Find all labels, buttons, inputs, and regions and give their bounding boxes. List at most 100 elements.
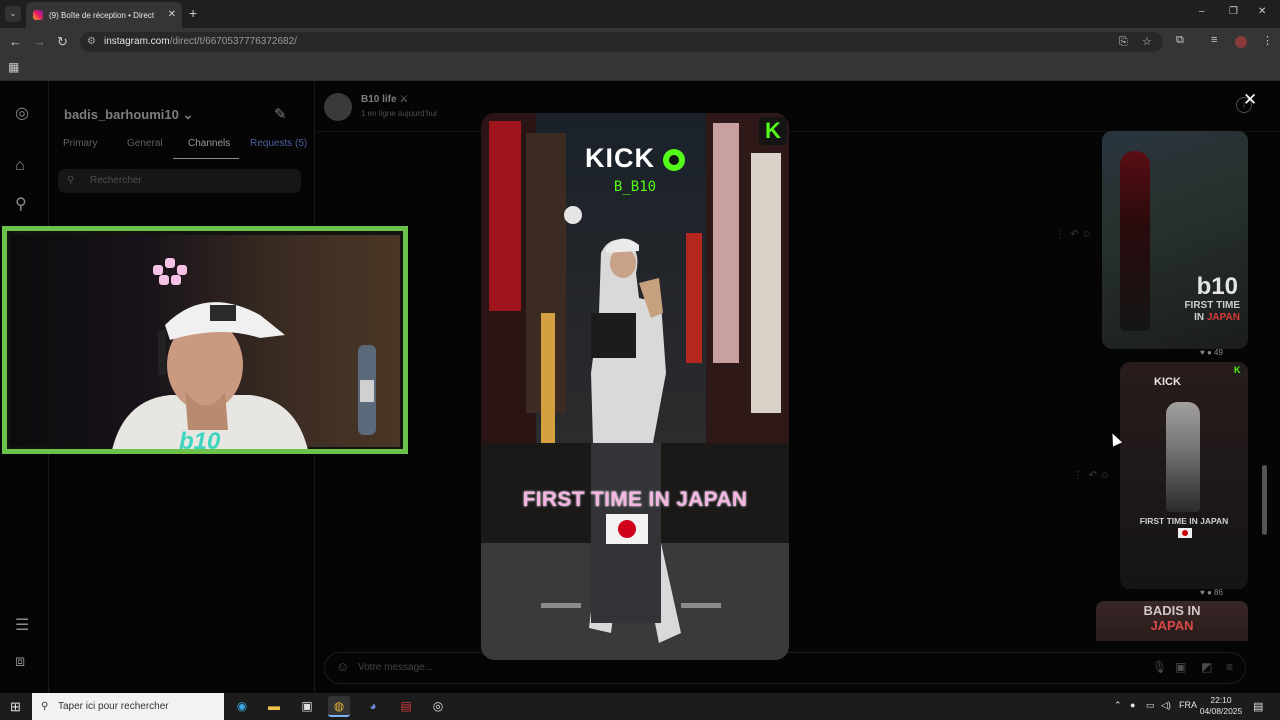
shared-reel-thumbnail[interactable]: KICK K FIRST TIME IN JAPAN: [1120, 362, 1248, 589]
more-options-icon[interactable]: ≡: [1226, 660, 1233, 674]
microphone-icon[interactable]: 🎙: [1152, 660, 1167, 674]
kick-badge-icon: K: [1234, 365, 1244, 375]
browser-tab-instagram[interactable]: (9) Boîte de réception • Direct ✕: [26, 2, 182, 28]
tab-primary[interactable]: Primary: [63, 138, 97, 149]
reel-handle: B_B10: [613, 179, 657, 195]
active-tab-underline: [173, 158, 239, 159]
url-bar[interactable]: ⚙ instagram.com/direct/t/667053777637268…: [80, 32, 1163, 52]
tab-general[interactable]: General: [127, 138, 163, 149]
windows-taskbar: ⊞ ⚲ Taper ici pour rechercher ◉ ▬ ▣ ◍ ◕ …: [0, 693, 1280, 720]
hexagon-decoration-icon: [153, 265, 163, 275]
page-scrollbar[interactable]: [1262, 465, 1267, 535]
tab-channels[interactable]: Channels: [188, 138, 230, 149]
search-icon: ⚲: [67, 175, 75, 186]
reload-icon[interactable]: ↻: [57, 34, 68, 50]
obs-app-icon[interactable]: ◎: [427, 696, 449, 717]
edge-app-icon[interactable]: ◉: [231, 696, 253, 717]
clock-time: 22:10: [1210, 695, 1232, 705]
reaction-count[interactable]: ♥ ● 86: [1200, 588, 1223, 597]
browser-menu-icon[interactable]: ⋮: [1262, 34, 1273, 47]
more-menu-icon[interactable]: ☰: [15, 615, 29, 635]
reaction-count[interactable]: ♥ ● 49: [1200, 348, 1223, 357]
new-tab-button[interactable]: +: [189, 5, 197, 21]
taskbar-search-placeholder: Taper ici pour rechercher: [58, 701, 169, 712]
message-actions[interactable]: ⋮ ↶ ☺: [1055, 229, 1092, 240]
url-domain: instagram.com: [104, 36, 170, 47]
network-icon[interactable]: ▭: [1146, 700, 1155, 711]
street-background: [481, 113, 789, 660]
shared-reel-thumbnail[interactable]: b10 FIRST TIME IN JAPAN: [1102, 131, 1248, 349]
file-explorer-icon[interactable]: ▬: [263, 696, 285, 717]
close-modal-button[interactable]: ✕: [1243, 90, 1257, 110]
taskbar-clock[interactable]: 22:10 04/08/2025: [1198, 695, 1244, 717]
search-placeholder: Rechercher: [90, 175, 142, 186]
chat-panel: B10 life ⚔ 1 en ligne aujourd'hui i ⋮ ↶ …: [314, 81, 1280, 693]
microphone-tray-icon[interactable]: ●: [1130, 700, 1135, 710]
inbox-search-input[interactable]: ⚲ Rechercher: [58, 169, 301, 193]
japan-flag-icon: [606, 514, 648, 544]
shared-reel-thumbnail[interactable]: BADIS IN JAPAN: [1096, 601, 1248, 641]
streaming-app-icon[interactable]: ▤: [395, 696, 417, 717]
chrome-app-icon[interactable]: ◍: [328, 696, 350, 717]
extensions-icon[interactable]: ⧉: [1176, 34, 1184, 47]
emoji-icon[interactable]: ☺: [336, 659, 349, 674]
thumb-title: BADIS IN JAPAN: [1143, 603, 1201, 633]
chat-status: 1 en ligne aujourd'hui: [361, 109, 437, 118]
image-icon[interactable]: ▣: [1175, 660, 1186, 674]
store-app-icon[interactable]: ▣: [296, 696, 318, 717]
tab-requests[interactable]: Requests (5): [250, 138, 307, 149]
media-controls-icon[interactable]: ≡: [1211, 34, 1217, 46]
reel-title: FIRST TIME IN JAPAN: [522, 488, 748, 511]
chat-name[interactable]: B10 life ⚔: [361, 94, 408, 105]
water-bottle: [358, 345, 376, 435]
person-figure: [1120, 151, 1150, 331]
thumb-kick-text: KICK: [1154, 376, 1181, 388]
volume-icon[interactable]: ◁): [1161, 700, 1171, 711]
site-info-icon[interactable]: ⚙: [87, 32, 96, 52]
bookmark-star-icon[interactable]: ☆: [1142, 32, 1152, 52]
hexagon-decoration-icon: [165, 258, 175, 268]
reel-kick-heading: KICK: [481, 143, 789, 174]
japan-flag-icon: [1178, 528, 1192, 538]
account-username[interactable]: badis_barhoumi10 ⌄: [64, 107, 193, 123]
search-icon: ⚲: [41, 701, 49, 712]
show-hidden-icons-icon[interactable]: ⌃: [1114, 700, 1122, 711]
search-icon[interactable]: ⚲: [15, 194, 27, 214]
thumb-title: FIRST TIME IN JAPAN: [1139, 516, 1229, 526]
taskbar-search-input[interactable]: ⚲ Taper ici pour rechercher: [32, 693, 224, 720]
hexagon-decoration-icon: [171, 275, 181, 285]
close-window-button[interactable]: ✕: [1258, 6, 1266, 17]
person-figure: [1166, 402, 1200, 512]
compose-message-icon[interactable]: ✎: [274, 105, 287, 123]
restore-button[interactable]: ❐: [1229, 6, 1238, 17]
kick-logo-badge-icon: K: [759, 117, 787, 145]
windows-start-icon[interactable]: ⊞: [10, 699, 21, 715]
tab-title: (9) Boîte de réception • Direct: [49, 10, 155, 20]
instagram-logo-icon[interactable]: ◎: [15, 103, 29, 123]
notifications-icon[interactable]: ▤: [1253, 700, 1263, 713]
back-arrow-icon[interactable]: ←: [9, 34, 22, 49]
apps-grid-icon[interactable]: ▦: [8, 60, 19, 74]
hexagon-decoration-icon: [159, 275, 169, 285]
address-toolbar: ← → ↻ ⚙ instagram.com/direct/t/667053777…: [0, 28, 1280, 56]
discord-app-icon[interactable]: ◕: [362, 696, 384, 717]
meta-apps-icon[interactable]: ⧈: [15, 653, 25, 671]
clock-date: 04/08/2025: [1199, 706, 1243, 716]
webcam-overlay: b10: [2, 226, 408, 454]
sticker-icon[interactable]: ◩: [1201, 660, 1212, 674]
chat-avatar[interactable]: [324, 93, 352, 121]
kick-dot-icon: [663, 148, 685, 171]
minimize-button[interactable]: –: [1199, 6, 1205, 17]
reel-preview[interactable]: K KICK B_B10 FIRST TIME IN JAPAN: [481, 113, 789, 660]
install-app-icon[interactable]: ⎘: [1119, 32, 1128, 52]
chat-header: B10 life ⚔ 1 en ligne aujourd'hui i: [314, 81, 1280, 132]
tab-close-icon[interactable]: ✕: [168, 9, 176, 20]
hexagon-decoration-icon: [177, 265, 187, 275]
home-icon[interactable]: ⌂: [15, 157, 25, 175]
forward-arrow-icon[interactable]: →: [33, 34, 46, 49]
tab-search-button[interactable]: ⌄: [5, 6, 21, 22]
profile-avatar-icon[interactable]: [1235, 36, 1247, 48]
message-actions[interactable]: ⋮ ↶ ☺: [1073, 470, 1110, 481]
language-indicator[interactable]: FRA: [1179, 700, 1197, 710]
webcam-logo-text: b10: [179, 428, 221, 454]
